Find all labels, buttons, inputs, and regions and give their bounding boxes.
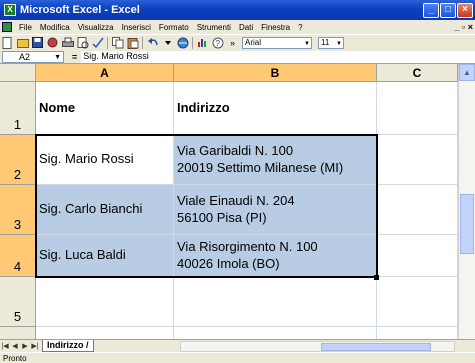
row-header-6[interactable] [0, 327, 36, 339]
menu-finestra[interactable]: Finestra [257, 23, 294, 32]
cell-b3[interactable]: Viale Einaudi N. 204 56100 Pisa (PI) [174, 185, 377, 235]
previous-sheet-icon[interactable]: ◀ [10, 342, 20, 350]
row-header-2[interactable]: 2 [0, 135, 36, 185]
cell-a5[interactable] [36, 277, 174, 327]
cell-c6[interactable] [377, 327, 458, 339]
excel-app-icon[interactable]: X [4, 4, 16, 16]
standard-toolbar: ? » Arial ▼ 11 ▼ [0, 34, 475, 50]
column-header-b[interactable]: B [174, 64, 377, 82]
cell-c2[interactable] [377, 135, 458, 185]
open-icon[interactable] [16, 36, 29, 49]
menu-inserisci[interactable]: Inserisci [118, 23, 155, 32]
title-bar: X Microsoft Excel - Excel _ □ × [0, 0, 475, 20]
first-sheet-icon[interactable]: |◀ [0, 342, 10, 350]
cell-b4[interactable]: Via Risorgimento N. 100 40026 Imola (BO) [174, 235, 377, 277]
workbook-icon[interactable] [2, 22, 12, 32]
row-header-1[interactable]: 1 [0, 82, 36, 135]
column-header-c[interactable]: C [377, 64, 458, 82]
select-all-corner[interactable] [0, 64, 36, 82]
font-name-value: Arial [245, 37, 262, 47]
menu-visualizza[interactable]: Visualizza [74, 23, 118, 32]
hyperlink-icon[interactable] [176, 36, 189, 49]
chevron-down-icon: ▼ [336, 40, 342, 47]
toolbar-separator [192, 36, 193, 49]
menu-dati[interactable]: Dati [235, 23, 257, 32]
scroll-up-icon[interactable]: ▲ [459, 64, 475, 81]
close-button[interactable]: × [457, 2, 473, 18]
cell-c5[interactable] [377, 277, 458, 327]
cell-b6[interactable] [174, 327, 377, 339]
maximize-button[interactable]: □ [440, 2, 456, 18]
vertical-scrollbar[interactable]: ▲ [458, 64, 475, 339]
spelling-icon[interactable] [91, 36, 104, 49]
cell-a1[interactable]: Nome [36, 82, 174, 135]
column-header-a[interactable]: A [36, 64, 174, 82]
vertical-scroll-thumb[interactable] [460, 194, 474, 254]
sheet-tab-indirizzo[interactable]: Indirizzo / [42, 340, 94, 352]
font-size-select[interactable]: 11 ▼ [318, 36, 344, 49]
formula-bar: A2 ▼ = Sig. Mario Rossi [0, 50, 475, 64]
permission-icon[interactable] [46, 36, 59, 49]
svg-text:?: ? [215, 39, 220, 48]
chevron-down-icon[interactable]: ▼ [54, 53, 61, 63]
toolbar-separator [107, 36, 108, 49]
document-window-controls[interactable]: _ ▫ × [453, 22, 475, 32]
undo-icon[interactable] [146, 36, 159, 49]
font-size-value: 11 [321, 37, 330, 47]
status-bar: Pronto [0, 352, 475, 363]
menu-bar: File Modifica Visualizza Inserisci Forma… [0, 20, 475, 34]
name-box[interactable]: A2 ▼ [2, 50, 64, 63]
cell-a4[interactable]: Sig. Luca Baldi [36, 235, 174, 277]
toolbar-separator [142, 36, 143, 49]
last-sheet-icon[interactable]: ▶| [30, 342, 40, 350]
formula-input[interactable]: Sig. Mario Rossi [81, 50, 475, 63]
menu-help[interactable]: ? [294, 23, 306, 32]
menu-modifica[interactable]: Modifica [36, 23, 74, 32]
cell-b2[interactable]: Via Garibaldi N. 100 20019 Settimo Milan… [174, 135, 377, 185]
horizontal-scroll-thumb[interactable] [321, 343, 431, 351]
row-header-5[interactable]: 5 [0, 277, 36, 327]
menu-file[interactable]: File [15, 23, 36, 32]
cell-b1[interactable]: Indirizzo [174, 82, 377, 135]
cell-b5[interactable] [174, 277, 377, 327]
chevron-down-icon: ▼ [304, 40, 310, 47]
formula-equals-icon[interactable]: = [72, 52, 77, 62]
horizontal-scrollbar[interactable] [180, 341, 455, 352]
new-icon[interactable] [1, 36, 14, 49]
paste-icon[interactable] [126, 36, 139, 49]
cell-c1[interactable] [377, 82, 458, 135]
row-header-4[interactable]: 4 [0, 235, 36, 277]
cell-a3[interactable]: Sig. Carlo Bianchi [36, 185, 174, 235]
chart-wizard-icon[interactable] [196, 36, 209, 49]
save-icon[interactable] [31, 36, 44, 49]
print-icon[interactable] [61, 36, 74, 49]
window-title: Microsoft Excel - Excel [20, 4, 140, 16]
cell-a6[interactable] [36, 327, 174, 339]
name-box-value: A2 [19, 51, 31, 62]
help-icon[interactable]: ? [211, 36, 224, 49]
sheet-tab-bar: |◀ ◀ ▶ ▶| Indirizzo / [0, 339, 475, 352]
row-header-3[interactable]: 3 [0, 185, 36, 235]
font-name-select[interactable]: Arial ▼ [242, 36, 312, 49]
copy-icon[interactable] [111, 36, 124, 49]
cell-c3[interactable] [377, 185, 458, 235]
toolbar-options-icon[interactable]: » [226, 36, 239, 49]
menu-formato[interactable]: Formato [155, 23, 193, 32]
worksheet-grid: A B C 1 2 3 4 5 Nome Indirizzo Sig. Mari… [0, 64, 475, 339]
undo-dropdown-icon[interactable] [161, 36, 174, 49]
next-sheet-icon[interactable]: ▶ [20, 342, 30, 350]
print-preview-icon[interactable] [76, 36, 89, 49]
minimize-button[interactable]: _ [423, 2, 439, 18]
menu-strumenti[interactable]: Strumenti [193, 23, 235, 32]
cell-a2[interactable]: Sig. Mario Rossi [36, 135, 174, 185]
cell-c4[interactable] [377, 235, 458, 277]
